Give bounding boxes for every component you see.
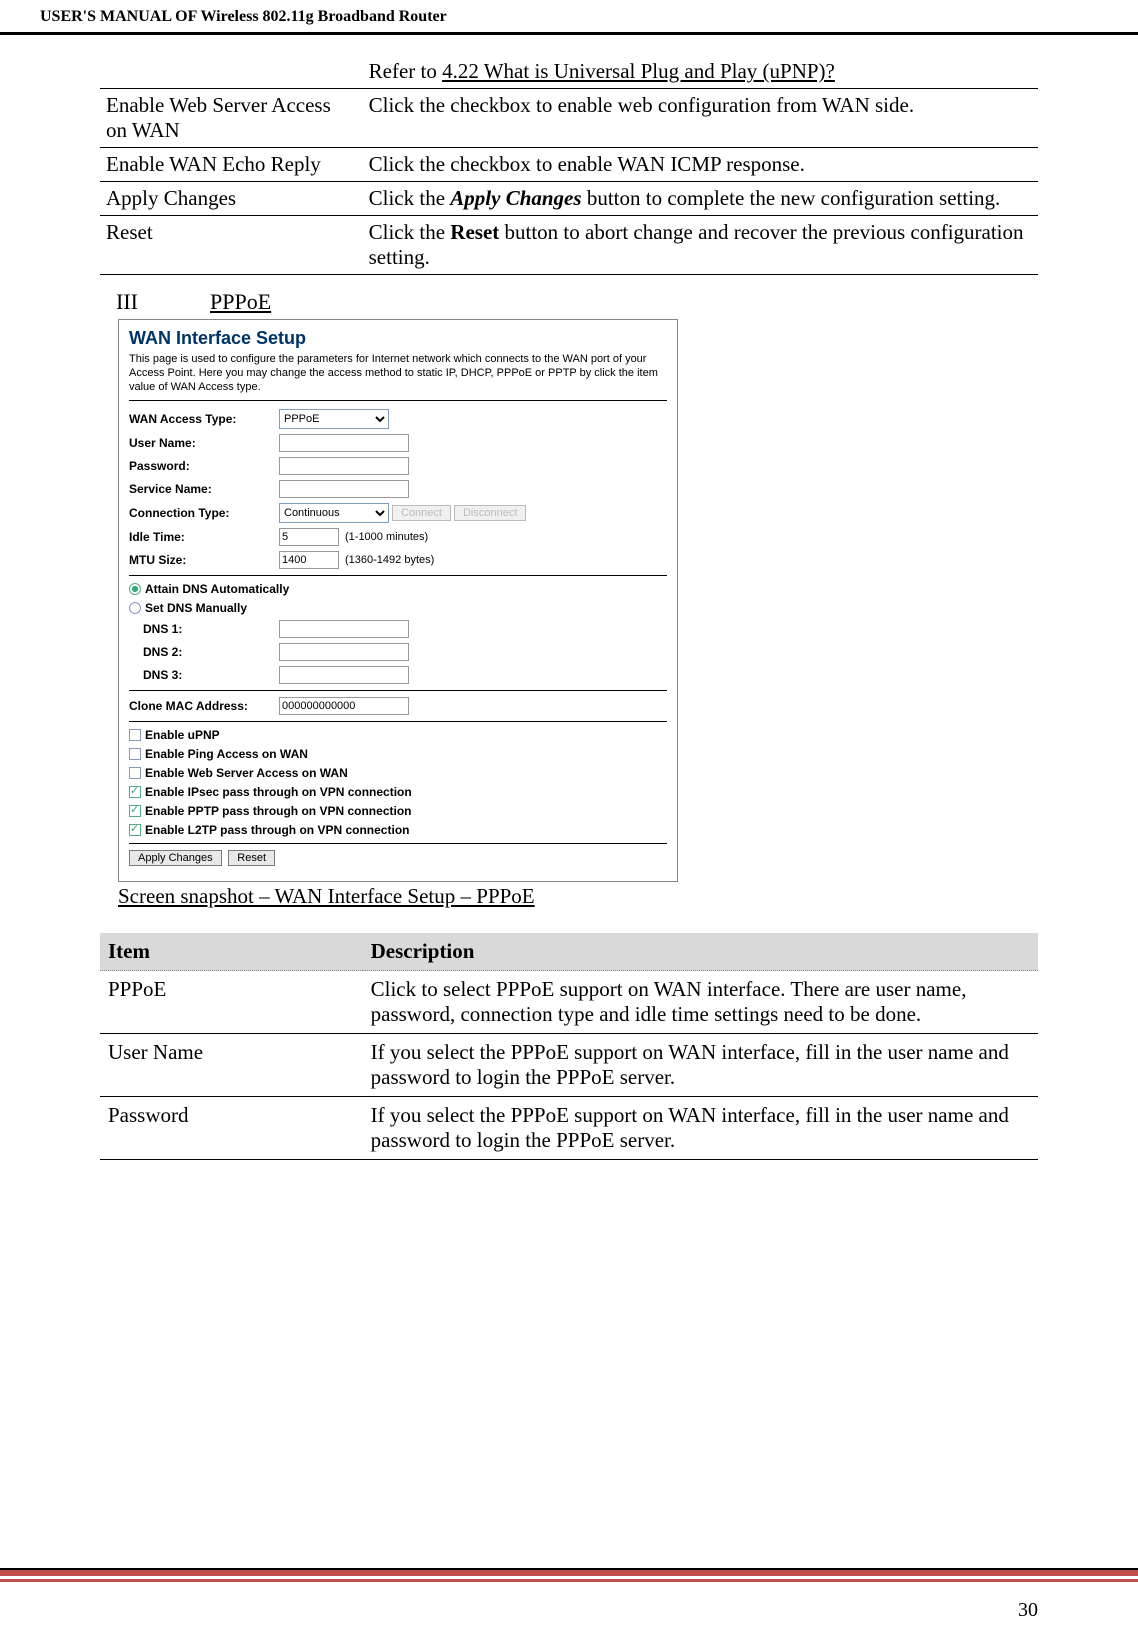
page-content: Refer to 4.22 What is Universal Plug and… — [0, 35, 1138, 1160]
top-table: Refer to 4.22 What is Universal Plug and… — [100, 55, 1038, 275]
section-title: PPPoE — [210, 289, 271, 315]
desc-wan-echo: Click the checkbox to enable WAN ICMP re… — [363, 148, 1038, 182]
radio-auto-label: Attain DNS Automatically — [145, 582, 289, 596]
label-web-server: Enable Web Server Access on WAN — [100, 89, 363, 148]
desc-reset: Click the Reset button to abort change a… — [363, 216, 1038, 275]
idle-time-input[interactable] — [279, 528, 339, 546]
check-ipsec-label: Enable IPsec pass through on VPN connect… — [145, 785, 412, 799]
th-description: Description — [363, 933, 1038, 971]
radio-auto[interactable] — [129, 583, 141, 595]
service-name-input[interactable] — [279, 480, 409, 498]
dns3-input[interactable] — [279, 666, 409, 684]
check-web-label: Enable Web Server Access on WAN — [145, 766, 348, 780]
dns3-label: DNS 3: — [143, 668, 279, 682]
row-password-item: Password — [100, 1097, 363, 1160]
connection-type-select[interactable]: Continuous — [279, 503, 389, 523]
idle-time-label: Idle Time: — [129, 530, 279, 544]
mtu-size-input[interactable] — [279, 551, 339, 569]
footer-bar — [0, 1568, 1138, 1576]
idle-time-meta: (1-1000 minutes) — [345, 531, 428, 543]
page-number: 30 — [1018, 1599, 1038, 1622]
ss-description: This page is used to configure the param… — [129, 353, 667, 401]
mtu-size-label: MTU Size: — [129, 553, 279, 567]
reset-button[interactable]: Reset — [228, 850, 275, 866]
desc-apply: Click the Apply Changes button to comple… — [363, 182, 1038, 216]
check-pptp[interactable] — [129, 805, 141, 817]
section-heading: III PPPoE — [116, 289, 1038, 315]
clone-mac-label: Clone MAC Address: — [129, 699, 279, 713]
screenshot: WAN Interface Setup This page is used to… — [118, 319, 678, 882]
row-pppoe-item: PPPoE — [100, 971, 363, 1034]
check-l2tp[interactable] — [129, 824, 141, 836]
desc-web-server: Click the checkbox to enable web configu… — [363, 89, 1038, 148]
page-header: USER'S MANUAL OF Wireless 802.11g Broadb… — [0, 0, 1138, 35]
check-upnp-label: Enable uPNP — [145, 728, 220, 742]
radio-manual[interactable] — [129, 602, 141, 614]
apply-button[interactable]: Apply Changes — [129, 850, 222, 866]
label-apply: Apply Changes — [100, 182, 363, 216]
user-name-label: User Name: — [129, 436, 279, 450]
check-pptp-label: Enable PPTP pass through on VPN connecti… — [145, 804, 411, 818]
description-table: Item Description PPPoE Click to select P… — [100, 933, 1038, 1160]
disconnect-button[interactable]: Disconnect — [454, 505, 526, 521]
label-reset: Reset — [100, 216, 363, 275]
refer-text: Refer to — [369, 59, 442, 83]
wan-access-select[interactable]: PPPoE — [279, 409, 389, 429]
check-upnp[interactable] — [129, 729, 141, 741]
service-name-label: Service Name: — [129, 482, 279, 496]
mtu-size-meta: (1360-1492 bytes) — [345, 554, 434, 566]
clone-mac-input[interactable] — [279, 697, 409, 715]
check-web[interactable] — [129, 767, 141, 779]
wan-access-label: WAN Access Type: — [129, 412, 279, 426]
password-label: Password: — [129, 459, 279, 473]
password-input[interactable] — [279, 457, 409, 475]
row-username-item: User Name — [100, 1034, 363, 1097]
row-password-desc: If you select the PPPoE support on WAN i… — [363, 1097, 1038, 1160]
dns2-label: DNS 2: — [143, 645, 279, 659]
dns2-input[interactable] — [279, 643, 409, 661]
connection-type-label: Connection Type: — [129, 506, 279, 520]
radio-manual-label: Set DNS Manually — [145, 601, 247, 615]
section-number: III — [116, 289, 206, 315]
connect-button[interactable]: Connect — [392, 505, 451, 521]
user-name-input[interactable] — [279, 434, 409, 452]
check-ping-label: Enable Ping Access on WAN — [145, 747, 308, 761]
dns1-label: DNS 1: — [143, 622, 279, 636]
check-ipsec[interactable] — [129, 786, 141, 798]
screenshot-caption: Screen snapshot – WAN Interface Setup – … — [118, 884, 1038, 909]
ss-title: WAN Interface Setup — [129, 328, 667, 349]
th-item: Item — [100, 933, 363, 971]
label-wan-echo: Enable WAN Echo Reply — [100, 148, 363, 182]
refer-link[interactable]: 4.22 What is Universal Plug and Play (uP… — [442, 59, 835, 83]
row-pppoe-desc: Click to select PPPoE support on WAN int… — [363, 971, 1038, 1034]
dns1-input[interactable] — [279, 620, 409, 638]
row-username-desc: If you select the PPPoE support on WAN i… — [363, 1034, 1038, 1097]
check-l2tp-label: Enable L2TP pass through on VPN connecti… — [145, 823, 409, 837]
check-ping[interactable] — [129, 748, 141, 760]
